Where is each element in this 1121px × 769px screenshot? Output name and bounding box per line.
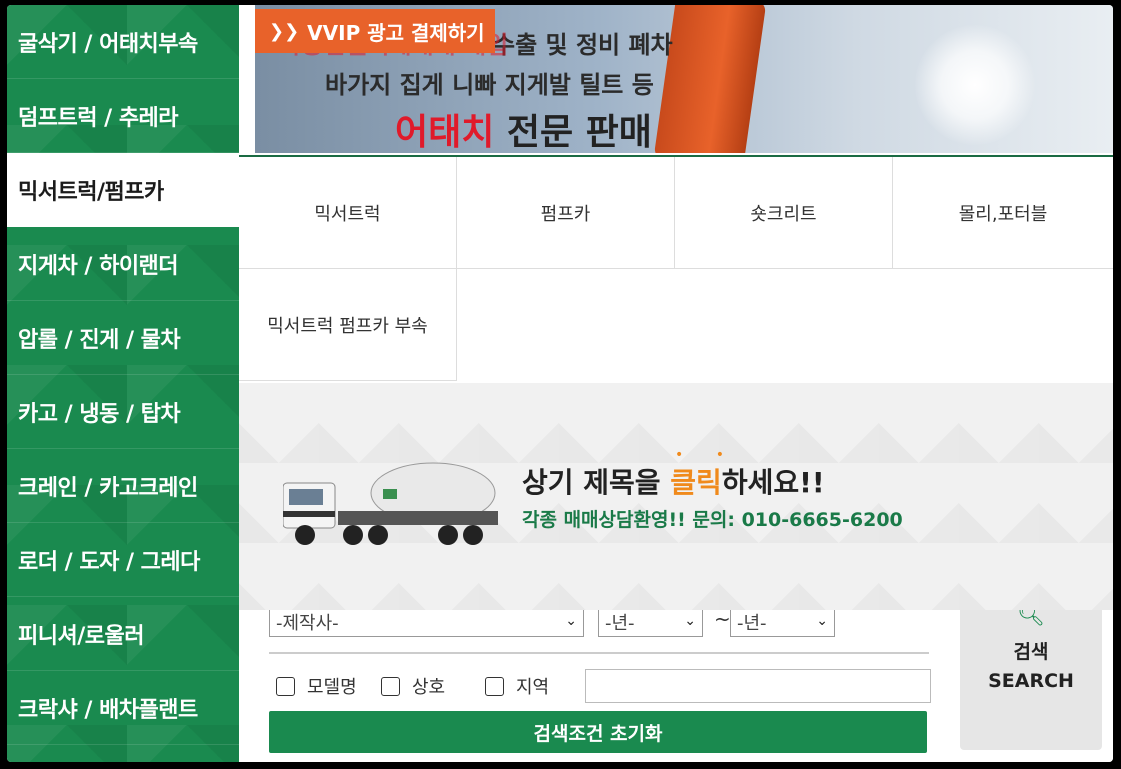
checkbox-company[interactable]: 상호 — [381, 673, 445, 699]
year-from-value: -년- — [605, 613, 635, 634]
submenu-item-pumpcar[interactable]: 펌프카 — [457, 157, 675, 269]
chevron-down-icon: ⌄ — [565, 613, 577, 629]
submenu-item-label: 믹서트럭 펌프카 부속 — [267, 315, 428, 337]
banner-line-3: 어태치 전문 판매 — [395, 103, 652, 153]
checkbox-box[interactable] — [485, 676, 504, 696]
submenu-item-label: 펌프카 — [540, 203, 591, 225]
sidebar-item-label: 압롤 / 진게 / 물차 — [18, 327, 181, 353]
sidebar-item-cargo[interactable]: 카고 / 냉동 / 탑차 — [7, 375, 239, 449]
page-frame: 굴삭기 / 어태치부속 덤프트럭 / 추레라 믹서트럭/펌프카 지게차 / 하이… — [7, 5, 1113, 762]
submenu-item-label: 몰리,포터블 — [958, 203, 1048, 225]
sidebar-item-excavator[interactable]: 굴삭기 / 어태치부속 — [7, 5, 239, 79]
sun-graphic — [915, 25, 1035, 145]
checkbox-label: 지역 — [516, 677, 550, 698]
checkbox-label: 모델명 — [307, 677, 357, 698]
sidebar-item-dumptruck[interactable]: 덤프트럭 / 추레라 — [7, 79, 239, 153]
sidebar-item-label: 믹서트럭/펌프카 — [18, 179, 164, 205]
checkbox-region[interactable]: 지역 — [485, 673, 549, 699]
year-to-value: -년- — [737, 613, 767, 634]
sidebar-item-loader[interactable]: 로더 / 도자 / 그레다 — [7, 523, 239, 597]
maker-select-value: -제작사- — [276, 613, 339, 634]
chevron-down-icon: ⌄ — [816, 613, 828, 629]
double-chevron-right-icon: ❯❯ — [269, 20, 300, 42]
banner-line-3-rest: 전문 판매 — [494, 112, 652, 153]
sidebar-item-finisher[interactable]: 피니셔/로울러 — [7, 597, 239, 671]
banner-line-2: 바가지 집게 니빠 지게발 틸트 등 — [325, 71, 654, 99]
search-label-ko: 검색 — [1013, 641, 1049, 663]
promo-title: 상기 제목을 클릭하세요!! — [522, 461, 825, 501]
submenu-item-label: 숏크리트 — [750, 203, 817, 225]
submenu-item-shotcrete[interactable]: 숏크리트 — [675, 157, 893, 269]
vvip-ad-label: VVIP 광고 결제하기 — [307, 20, 485, 45]
sidebar-item-crusher[interactable]: 크락샤 / 배차플랜트 — [7, 671, 239, 745]
sidebar-item-roll-off[interactable]: 압롤 / 진게 / 물차 — [7, 301, 239, 375]
mixer-truck-image — [283, 462, 498, 545]
sidebar-item-label: 굴삭기 / 어태치부속 — [18, 31, 198, 57]
year-from-select[interactable]: -년- ⌄ — [598, 607, 703, 637]
year-to-select[interactable]: -년- ⌄ — [730, 607, 835, 637]
vvip-ad-button[interactable]: ❯❯ VVIP 광고 결제하기 — [255, 9, 495, 53]
search-label-en: SEARCH — [988, 670, 1074, 692]
sidebar-item-label: 크레인 / 카고크레인 — [18, 475, 198, 501]
promo-title-highlight: 클릭 — [670, 466, 722, 499]
promo-panel[interactable]: • • 상기 제목을 클릭하세요!! 각종 매매상담환영!! 문의: 010-6… — [239, 383, 1113, 610]
sidebar-item-label: 크락샤 / 배차플랜트 — [18, 697, 198, 723]
checkbox-box[interactable] — [276, 676, 295, 696]
banner-highlight: 어태치 — [395, 112, 495, 153]
submenu-item-mixertruck[interactable]: 믹서트럭 — [239, 157, 457, 269]
submenu-item-label: 믹서트럭 — [314, 203, 381, 225]
sidebar-item-label: 로더 / 도자 / 그레다 — [18, 549, 200, 575]
sidebar-item-label: 덤프트럭 / 추레라 — [18, 105, 179, 131]
search-form: -제작사- ⌄ -년- ⌄ ~ -년- ⌄ 모델명 상호 지역 검색조건 초기화… — [239, 603, 1113, 762]
search-button[interactable]: 🔍︎ 검색 SEARCH — [960, 603, 1102, 750]
banner-line-1: 수출 및 정비 폐차 — [493, 31, 673, 59]
maker-select[interactable]: -제작사- ⌄ — [269, 607, 584, 637]
submenu-dropdown: 믹서트럭 펌프카 숏크리트 몰리,포터블 믹서트럭 펌프카 부속 • • 상기 … — [239, 155, 1113, 610]
checkbox-label: 상호 — [412, 677, 446, 698]
promo-contact: 각종 매매상담환영!! 문의: 010-6665-6200 — [522, 509, 903, 531]
sidebar-item-label: 카고 / 냉동 / 탑차 — [18, 401, 181, 427]
sidebar-item-label: 지게차 / 하이랜더 — [18, 253, 179, 279]
reset-search-button[interactable]: 검색조건 초기화 — [269, 711, 927, 753]
keyword-input[interactable] — [585, 669, 931, 703]
range-separator: ~ — [714, 607, 731, 631]
category-sidebar: 굴삭기 / 어태치부속 덤프트럭 / 추레라 믹서트럭/펌프카 지게차 / 하이… — [7, 5, 239, 762]
chevron-down-icon: ⌄ — [684, 613, 696, 629]
checkbox-model[interactable]: 모델명 — [276, 673, 357, 699]
sidebar-item-mixertruck[interactable]: 믹서트럭/펌프카 — [7, 153, 239, 227]
submenu-item-parts[interactable]: 믹서트럭 펌프카 부속 — [239, 269, 457, 381]
checkbox-box[interactable] — [381, 676, 400, 696]
sidebar-item-crane[interactable]: 크레인 / 카고크레인 — [7, 449, 239, 523]
promo-title-part: 상기 제목을 — [522, 466, 671, 499]
sidebar-item-forklift[interactable]: 지게차 / 하이랜더 — [7, 227, 239, 301]
promo-title-part: 하세요!! — [721, 466, 825, 499]
sidebar-item-label: 피니셔/로울러 — [18, 623, 144, 649]
submenu-item-portable[interactable]: 몰리,포터블 — [893, 157, 1113, 269]
divider — [269, 652, 929, 654]
